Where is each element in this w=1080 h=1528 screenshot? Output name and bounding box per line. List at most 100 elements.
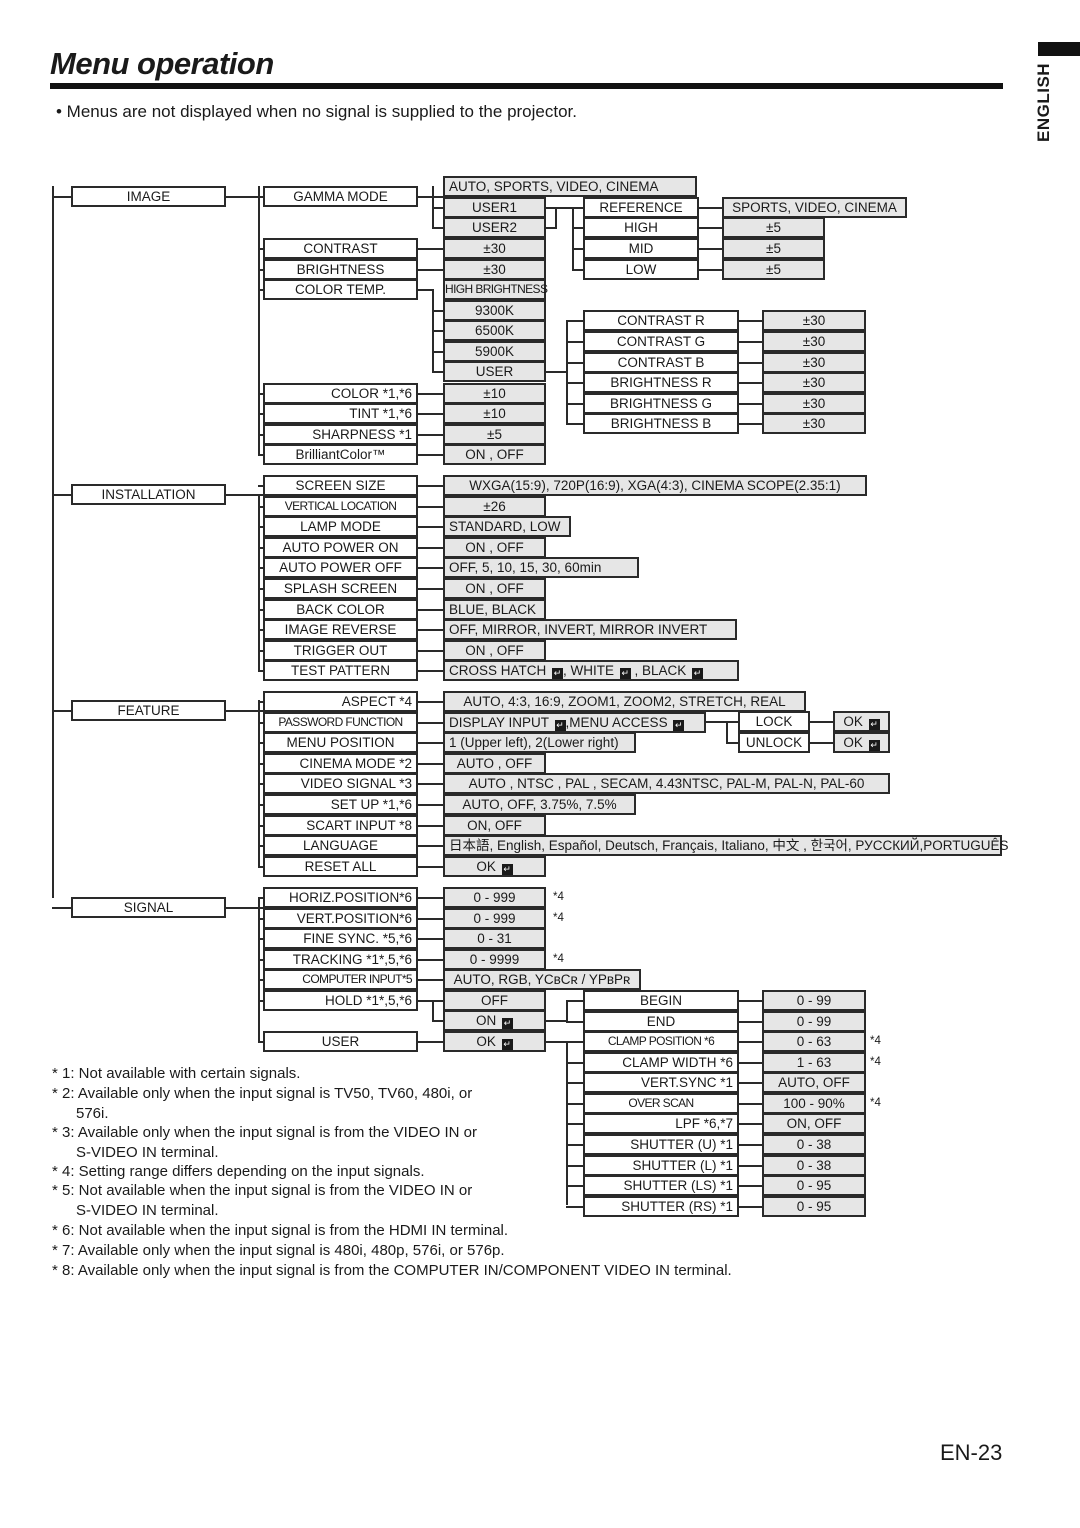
signal-user-item: SHUTTER (LS) *1 [583, 1175, 739, 1197]
color-temp-user-value: ±30 [762, 372, 866, 393]
menu-item-label: HOLD *1*,5,*6 [263, 990, 418, 1011]
language-tab-marker [1038, 42, 1080, 56]
connector-line [699, 248, 722, 250]
connector-line [739, 341, 762, 343]
main-spine [52, 186, 54, 898]
footnote-text: * 2: Available only when the input signa… [52, 1085, 473, 1102]
enter-key-icon: ↵ [552, 668, 564, 680]
connector-line [739, 1205, 762, 1208]
footnote: * 5: Not available when the input signal… [52, 1181, 472, 1220]
connector-line [546, 1041, 566, 1043]
menu-item-label: TEST PATTERN [263, 660, 418, 682]
connector-line [418, 897, 443, 899]
signal-user-item: CLAMP WIDTH *6 [583, 1051, 739, 1073]
connector-line [566, 1164, 583, 1167]
connector-line [566, 1102, 583, 1105]
menu-item-label: CONTRAST [263, 238, 418, 259]
connector-line [418, 824, 443, 827]
footnote: * 6: Not available when the input signal… [52, 1221, 508, 1241]
connector-line [418, 1000, 443, 1002]
signal-user-value: 0 - 63 [762, 1031, 866, 1052]
connector-line [418, 721, 443, 724]
connector-line [566, 341, 583, 343]
feature-item-value: DISPLAY INPUT ↵ ,MENU ACCESS ↵ [443, 711, 706, 733]
connector-line [566, 1082, 583, 1085]
menu-item-label: VIDEO SIGNAL *3 [263, 773, 418, 795]
footnote: * 2: Available only when the input signa… [52, 1084, 472, 1123]
footnote: * 4: Setting range differs depending on … [52, 1162, 425, 1182]
connector-line [432, 1020, 443, 1022]
connector-line [566, 1061, 583, 1064]
connector-line [418, 485, 443, 487]
connector-line [739, 1123, 762, 1126]
connector-line [418, 608, 443, 611]
footnote-text: * 1: Not available with certain signals. [52, 1065, 301, 1082]
footnote: * 7: Available only when the input signa… [52, 1241, 505, 1261]
feature-item-value: OK ↵ [443, 855, 546, 877]
footnote-text: * 5: Not available when the input signal… [52, 1182, 473, 1199]
menu-item-label: BrilliantColor™ [263, 444, 418, 465]
footnote-text: * 3: Available only when the input signa… [52, 1124, 477, 1141]
menu-item-label: TRACKING *1*,5,*6 [263, 949, 418, 970]
title-rule [50, 83, 1003, 89]
enter-key-icon: ↵ [554, 719, 566, 731]
footnote-ref: *4 [553, 953, 564, 965]
footnote: * 3: Available only when the input signa… [52, 1123, 477, 1162]
menu-item-label: TINT *1,*6 [263, 403, 418, 424]
footnote-ref: *4 [553, 912, 564, 924]
color-temp-user-item: CONTRAST R [583, 310, 739, 331]
connector-line [418, 762, 443, 765]
color-temp-user-item: BRIGHTNESS B [583, 413, 739, 434]
connector-line [739, 1102, 762, 1105]
menu-item-label: GAMMA MODE [263, 186, 418, 207]
connector-line [418, 526, 443, 529]
installation-item-value: STANDARD, LOW [443, 516, 571, 538]
password-ok: OK ↵ [833, 732, 890, 753]
footnote-ref: *4 [553, 891, 564, 903]
color-temp-option: USER [443, 361, 546, 382]
connector-line [418, 959, 443, 961]
connector-line [418, 567, 443, 570]
footnote: * 1: Not available with certain signals. [52, 1064, 300, 1084]
connector-line [418, 804, 443, 806]
installation-item-value: CROSS HATCH ↵, WHITE ↵ , BLACK ↵ [443, 660, 739, 682]
signal-user-item: VERT.SYNC *1 [583, 1072, 739, 1094]
menu-item-label: SCART INPUT *8 [263, 814, 418, 836]
menu-item-label: VERT.POSITION*6 [263, 908, 418, 929]
enter-key-icon: ↵ [502, 1018, 513, 1029]
feature-item-value: 日本語, English, Español, Deutsch, Français… [443, 835, 1008, 857]
installation-items-spine [258, 494, 260, 670]
menu-item-label: FINE SYNC. *5,*6 [263, 928, 418, 949]
signal-user-item: LPF *6,*7 [583, 1113, 739, 1135]
enter-key-icon: ↵ [501, 1039, 513, 1050]
image-item-value: ±5 [443, 424, 546, 445]
footnote-text: * 8: Available only when the input signa… [52, 1262, 732, 1279]
connector-line [739, 1144, 762, 1146]
connector-line [432, 371, 443, 373]
gamma-user-item: LOW [583, 259, 699, 280]
signal-item-value: 0 - 31 [443, 928, 546, 949]
connector-line [418, 196, 432, 198]
connector-line [418, 701, 443, 703]
image-item-value: ±10 [443, 383, 546, 404]
password-ok: OK ↵ [833, 711, 890, 732]
connector-line [418, 269, 443, 271]
footnote-continuation: S-VIDEO IN terminal. [76, 1201, 219, 1219]
menu-item-label: BACK COLOR [263, 598, 418, 620]
connector-line [739, 403, 762, 405]
color-temp-user-item: BRIGHTNESS G [583, 393, 739, 414]
menu-item-label: CINEMA MODE *2 [263, 752, 418, 774]
enter-key-icon: ↵ [692, 668, 704, 680]
enter-key-icon: ↵ [501, 863, 513, 875]
signal-user-value: 0 - 38 [762, 1134, 866, 1155]
color-temp-user-value: ±30 [762, 413, 866, 434]
gamma-user-item: REFERENCE [583, 197, 699, 218]
gamma-mode-options: AUTO, SPORTS, VIDEO, CINEMA [443, 176, 697, 197]
connector-line [810, 742, 833, 744]
footnote-text: * 7: Available only when the input signa… [52, 1242, 505, 1259]
signal-item-value: OFF [443, 990, 546, 1011]
connector-line [566, 1205, 583, 1208]
signal-item-value: 0 - 9999 [443, 949, 546, 970]
image-item-value: ON , OFF [443, 444, 546, 465]
signal-user-item: SHUTTER (U) *1 [583, 1134, 739, 1155]
